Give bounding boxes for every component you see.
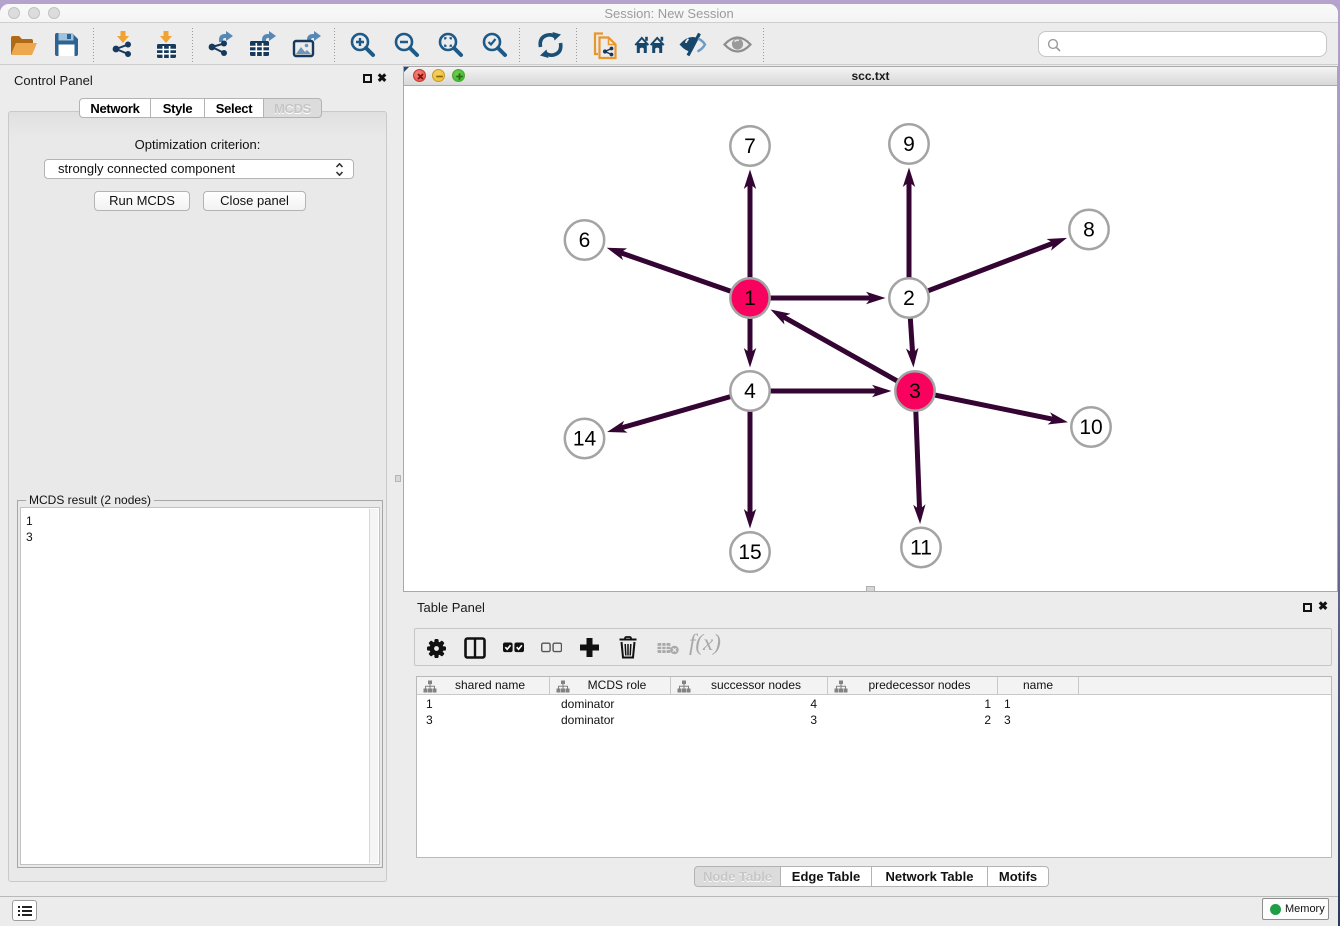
svg-text:7: 7 [744,135,756,158]
svg-text:14: 14 [573,428,597,451]
svg-text:11: 11 [910,537,932,560]
svg-text:10: 10 [1079,416,1102,439]
svg-text:2: 2 [903,287,915,310]
svg-text:8: 8 [1083,219,1095,242]
svg-text:15: 15 [738,541,761,564]
svg-text:3: 3 [909,380,921,403]
svg-text:9: 9 [903,133,915,156]
svg-text:4: 4 [744,380,756,403]
svg-text:1: 1 [744,287,756,310]
svg-text:6: 6 [579,229,591,252]
